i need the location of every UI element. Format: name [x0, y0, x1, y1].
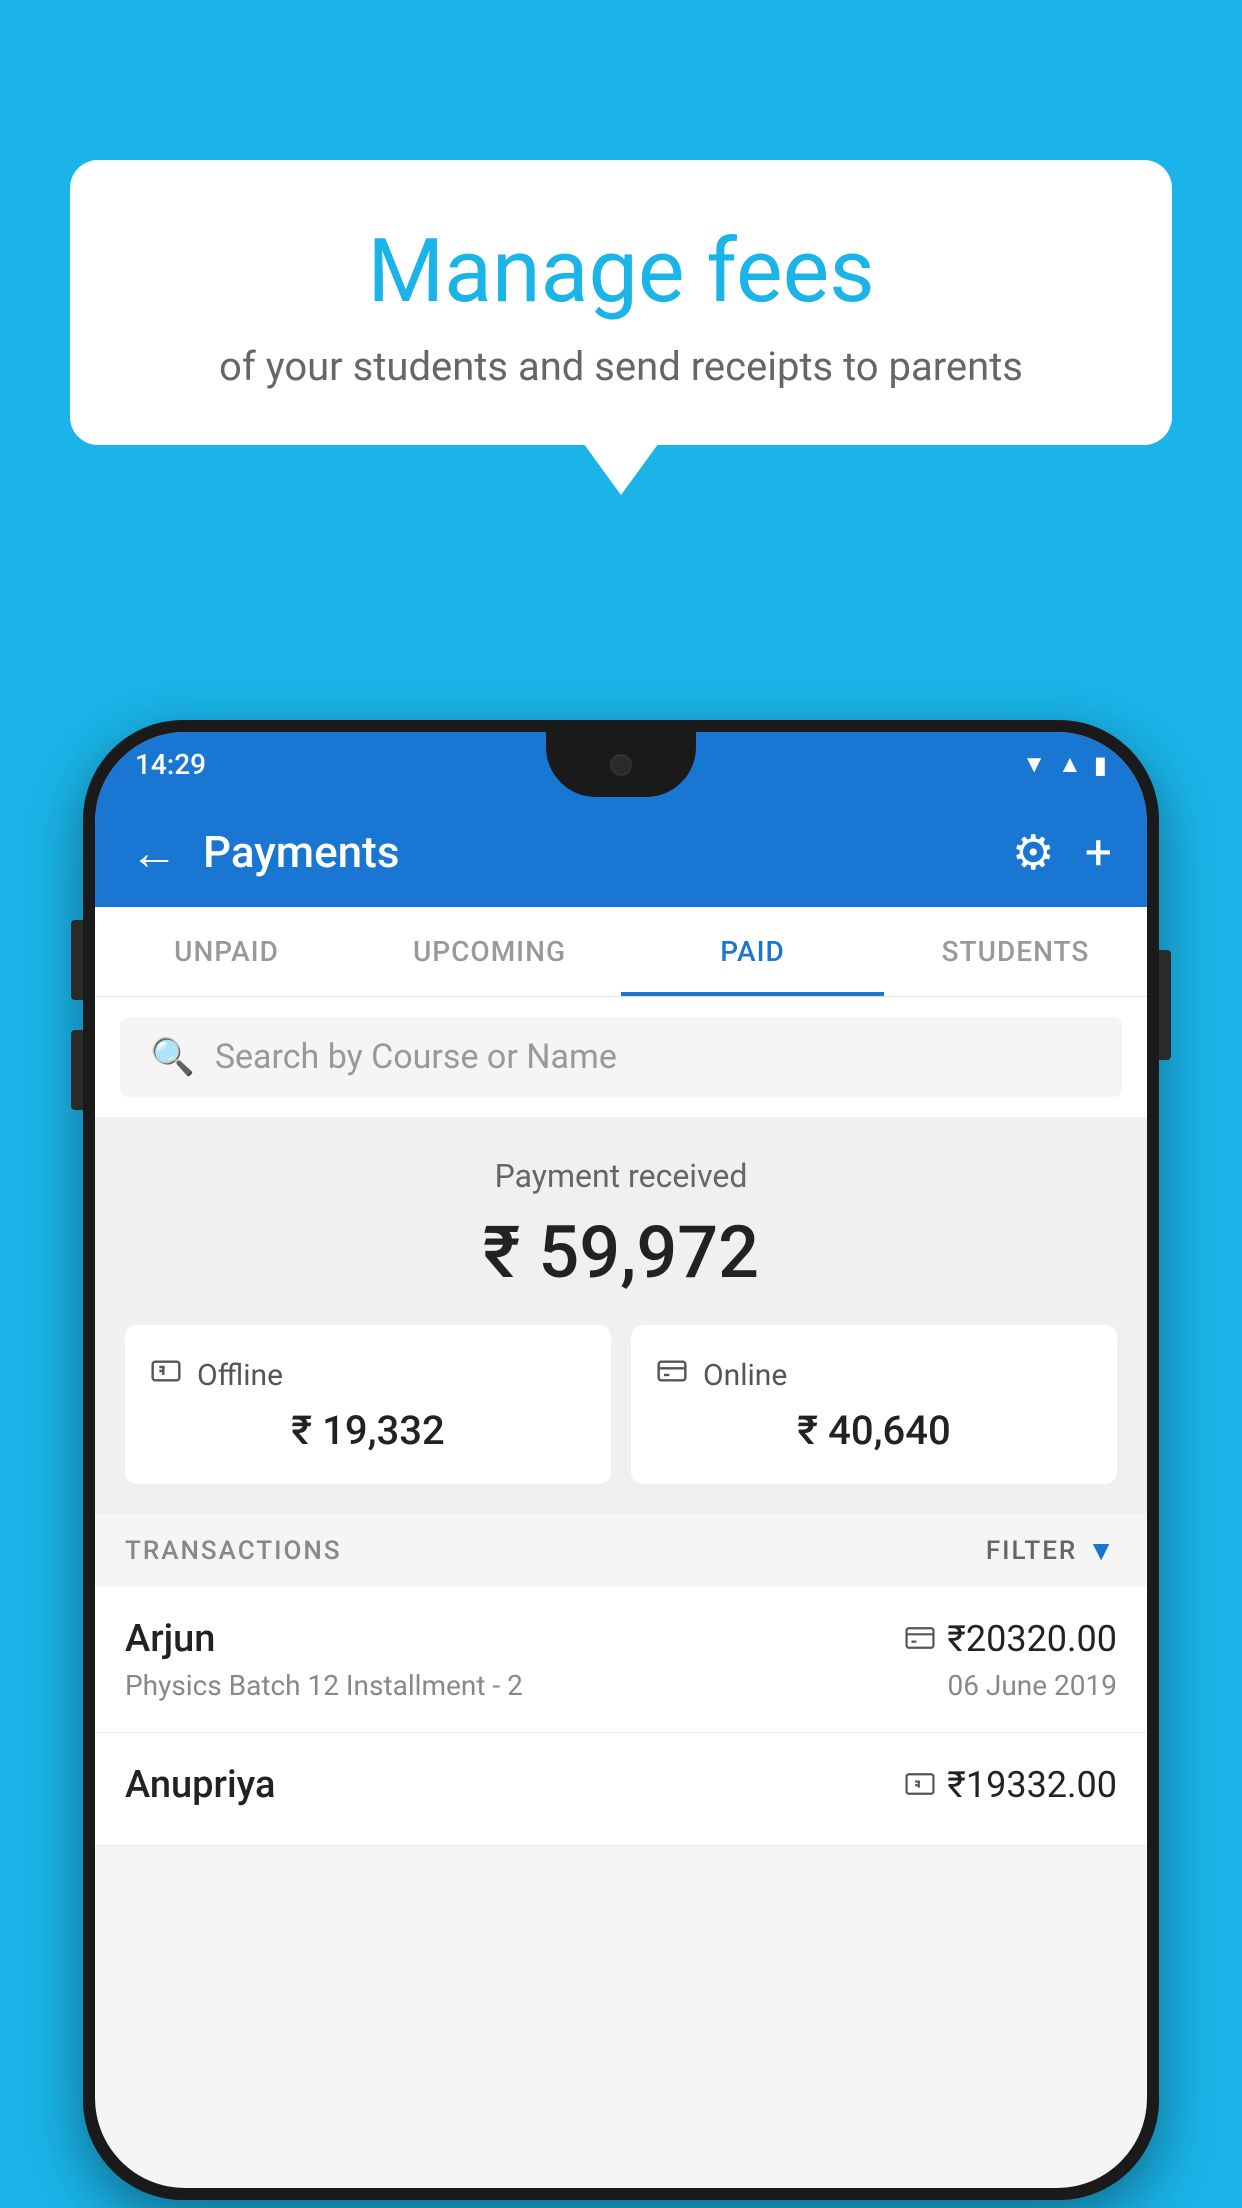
battery-icon: ▮: [1094, 751, 1107, 779]
online-amount: ₹ 40,640: [656, 1407, 1092, 1454]
app-bar-icons: ⚙ +: [1012, 824, 1112, 881]
search-container: 🔍 Search by Course or Name: [95, 997, 1147, 1117]
volume-up-button: [71, 920, 83, 1000]
offline-card-header: Offline: [150, 1355, 586, 1395]
search-input[interactable]: Search by Course or Name: [215, 1037, 617, 1077]
transaction-date: 06 June 2019: [947, 1669, 1117, 1702]
transactions-label: TRANSACTIONS: [125, 1536, 342, 1566]
volume-down-button: [71, 1030, 83, 1110]
course-info: Physics Batch 12 Installment - 2: [125, 1669, 523, 1702]
offline-card: Offline ₹ 19,332: [125, 1325, 611, 1484]
transaction-top: Arjun ₹20320.00: [125, 1617, 1117, 1661]
filter-button[interactable]: FILTER ▼: [986, 1534, 1117, 1567]
camera-dot: [610, 754, 632, 776]
status-icons: ▼ ▲ ▮: [1022, 750, 1107, 779]
back-button[interactable]: ←: [130, 824, 178, 881]
offline-label: Offline: [197, 1358, 283, 1393]
payment-summary: Payment received ₹ 59,972: [95, 1117, 1147, 1514]
filter-label: FILTER: [986, 1536, 1077, 1566]
power-button: [1159, 950, 1171, 1060]
transaction-amount-value: ₹19332.00: [947, 1764, 1117, 1806]
bubble-subtitle: of your students and send receipts to pa…: [120, 343, 1122, 390]
wifi-icon: ▼: [1022, 750, 1046, 779]
speech-bubble: Manage fees of your students and send re…: [70, 160, 1172, 445]
tab-paid[interactable]: PAID: [621, 907, 884, 996]
student-name: Arjun: [125, 1617, 215, 1661]
student-name: Anupriya: [125, 1763, 275, 1807]
filter-icon: ▼: [1087, 1534, 1117, 1567]
online-label: Online: [703, 1358, 787, 1393]
tab-students[interactable]: STUDENTS: [884, 907, 1147, 996]
phone-container: 14:29 ▼ ▲ ▮ ← Payments ⚙ +: [83, 720, 1159, 2208]
transaction-bottom: Physics Batch 12 Installment - 2 06 June…: [125, 1669, 1117, 1702]
app-bar: ← Payments ⚙ +: [95, 797, 1147, 907]
offline-icon: [150, 1355, 182, 1395]
notch: [546, 732, 696, 797]
status-bar: 14:29 ▼ ▲ ▮: [95, 732, 1147, 797]
transaction-amount-value: ₹20320.00: [947, 1618, 1117, 1660]
search-bar[interactable]: 🔍 Search by Course or Name: [120, 1017, 1122, 1097]
online-card-header: Online: [656, 1355, 1092, 1395]
phone-screen: 14:29 ▼ ▲ ▮ ← Payments ⚙ +: [95, 732, 1147, 2188]
bubble-title: Manage fees: [120, 220, 1122, 323]
payment-cards: Offline ₹ 19,332: [125, 1325, 1117, 1484]
signal-icon: ▲: [1058, 750, 1082, 779]
online-card: Online ₹ 40,640: [631, 1325, 1117, 1484]
tab-unpaid[interactable]: UNPAID: [95, 907, 358, 996]
payment-received-label: Payment received: [125, 1157, 1117, 1195]
tabs: UNPAID UPCOMING PAID STUDENTS: [95, 907, 1147, 997]
payment-type-icon-online: [905, 1622, 935, 1657]
phone-frame: 14:29 ▼ ▲ ▮ ← Payments ⚙ +: [83, 720, 1159, 2200]
transaction-amount: ₹20320.00: [905, 1618, 1117, 1660]
status-time: 14:29: [135, 748, 206, 781]
online-icon: [656, 1355, 688, 1395]
transaction-row[interactable]: Anupriya ₹19332.00: [95, 1733, 1147, 1846]
tab-upcoming[interactable]: UPCOMING: [358, 907, 621, 996]
transaction-top: Anupriya ₹19332.00: [125, 1763, 1117, 1807]
payment-total-amount: ₹ 59,972: [125, 1210, 1117, 1295]
transaction-row[interactable]: Arjun ₹20320.00 Physics Batch 1: [95, 1587, 1147, 1733]
transactions-header: TRANSACTIONS FILTER ▼: [95, 1514, 1147, 1587]
app-bar-title: Payments: [203, 826, 1012, 878]
offline-amount: ₹ 19,332: [150, 1407, 586, 1454]
settings-icon[interactable]: ⚙: [1012, 824, 1055, 881]
payment-type-icon-offline: [905, 1768, 935, 1803]
search-icon: 🔍: [150, 1036, 195, 1078]
transaction-amount: ₹19332.00: [905, 1764, 1117, 1806]
add-button[interactable]: +: [1085, 824, 1112, 881]
